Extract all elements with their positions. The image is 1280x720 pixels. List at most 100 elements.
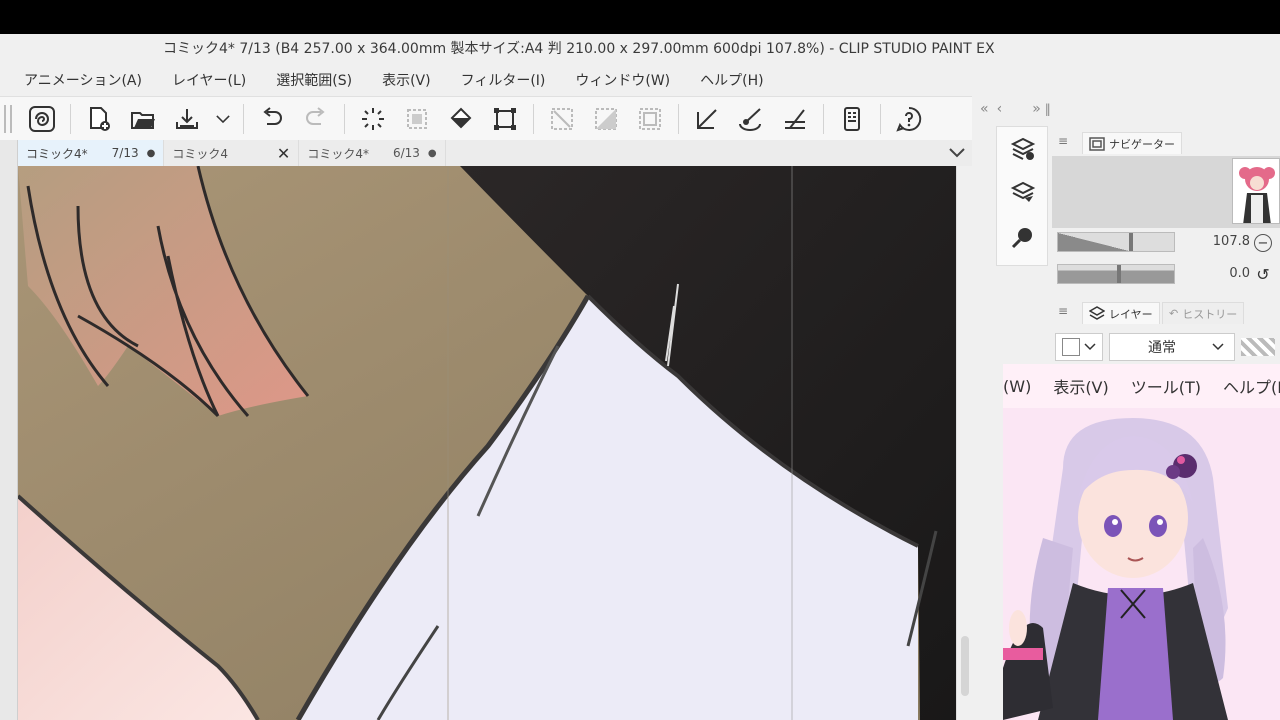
save-icon[interactable] — [169, 101, 205, 137]
window-title: コミック4* 7/13 (B4 257.00 x 364.00mm 製本サイズ:… — [163, 41, 995, 57]
collapse-left-icon[interactable]: « — [980, 101, 989, 117]
tab-navigator[interactable]: ナビゲーター — [1082, 132, 1182, 154]
chevron-down-icon — [1212, 343, 1224, 351]
dock-header: « ‹ » ‖ — [972, 96, 1280, 122]
tab-name: コミック4* — [26, 146, 88, 161]
layer-properties-icon[interactable] — [997, 127, 1049, 171]
undo-icon[interactable] — [254, 101, 290, 137]
toolbar-separator — [533, 103, 534, 134]
dropdown-chevron-icon[interactable] — [213, 101, 233, 137]
menu-animation[interactable]: アニメーション(A) — [24, 70, 142, 90]
top-black-bar — [0, 0, 1280, 34]
layer-blend-row: 通常 — [1052, 332, 1280, 362]
zoom-value: 107.8 — [1212, 234, 1250, 249]
loading-spinner-icon[interactable] — [355, 101, 391, 137]
dock-grip-icon[interactable]: ‖ — [1045, 102, 1051, 116]
rotate-slider[interactable] — [1057, 264, 1175, 284]
toolbar-grip[interactable] — [4, 104, 12, 133]
tab-name: コミック4* — [307, 146, 369, 161]
overlay-menu-tool[interactable]: ツール(T) — [1131, 374, 1201, 398]
zoom-slider[interactable] — [1057, 232, 1175, 252]
menu-help[interactable]: ヘルプ(H) — [700, 70, 763, 90]
layer-panel: ≡ レイヤー ↶ ヒストリー 通常 — [1052, 302, 1280, 362]
document-tab-active[interactable]: コミック4* 7/13 ● — [18, 140, 165, 166]
scale-rotate-icon[interactable] — [487, 101, 523, 137]
character-illustration — [1003, 408, 1280, 720]
toolbar-separator — [243, 103, 244, 134]
transform-select-icon[interactable] — [399, 101, 435, 137]
chevron-down-icon — [1084, 343, 1096, 351]
history-icon: ↶ — [1169, 307, 1179, 320]
clear-selection-icon[interactable] — [544, 101, 580, 137]
invert-selection-icon[interactable] — [588, 101, 624, 137]
scrollbar-thumb[interactable] — [961, 636, 969, 696]
tab-history[interactable]: ↶ ヒストリー — [1162, 302, 1245, 324]
tab-list-chevron-icon[interactable] — [942, 140, 972, 166]
history-tab-label: ヒストリー — [1182, 307, 1238, 321]
tool-palette-strip[interactable] — [0, 140, 18, 720]
overlay-menu-window[interactable]: (W) — [1003, 377, 1031, 396]
app-window: コミック4* 7/13 (B4 257.00 x 364.00mm 製本サイズ:… — [0, 0, 1280, 720]
menu-layer[interactable]: レイヤー(L) — [172, 70, 246, 90]
toolbar-separator — [823, 103, 824, 134]
document-tabs: コミック4* 7/13 ● コミック4 ✕ コミック4* 6/13 ● — [18, 140, 972, 166]
toolbar-separator — [70, 103, 71, 134]
menu-window[interactable]: ウィンドウ(W) — [575, 70, 670, 90]
command-bar — [0, 96, 972, 140]
navigator-tab-label: ナビゲーター — [1109, 137, 1175, 151]
prev-panel-icon[interactable]: ‹ — [997, 101, 1003, 117]
help-icon[interactable] — [891, 101, 927, 137]
sub-tool-icon[interactable] — [997, 215, 1049, 259]
zoom-slider-fill — [1058, 233, 1129, 251]
toolbar-separator — [880, 103, 881, 134]
layer-color-dropdown[interactable] — [1055, 333, 1103, 361]
unsaved-dot-icon: ● — [427, 147, 437, 159]
tab-page: 6/13 — [392, 146, 420, 160]
clip-studio-logo-icon[interactable] — [24, 101, 60, 137]
layer-search-icon[interactable] — [997, 171, 1049, 215]
perspective-snap-icon[interactable] — [777, 101, 813, 137]
expand-right-icon[interactable]: » — [1032, 101, 1041, 117]
redo-icon[interactable] — [298, 101, 334, 137]
menu-bar: アニメーション(A) レイヤー(L) 選択範囲(S) 表示(V) フィルター(I… — [0, 64, 1280, 96]
overlay-menu-bar: (W) 表示(V) ツール(T) ヘルプ(H) — [1003, 364, 1280, 408]
overlay-menu-help[interactable]: ヘルプ(H) — [1223, 374, 1280, 398]
document-tab[interactable]: コミック4* 6/13 ● — [299, 140, 446, 166]
brush-snap-icon[interactable] — [733, 101, 769, 137]
fill-bucket-icon[interactable] — [443, 101, 479, 137]
drawing-canvas[interactable] — [18, 166, 956, 720]
panel-icon-column — [996, 126, 1048, 266]
canvas-vertical-scrollbar[interactable] — [956, 166, 972, 720]
tab-page: 7/13 — [111, 146, 139, 160]
menu-filter[interactable]: フィルター(I) — [461, 70, 546, 90]
opacity-checker-icon[interactable] — [1241, 338, 1275, 356]
rotate-value: 0.0 — [1229, 266, 1250, 281]
new-file-icon[interactable] — [81, 101, 117, 137]
reset-rotation-icon[interactable]: ↺ — [1254, 266, 1272, 284]
navigator-preview[interactable] — [1052, 156, 1280, 228]
layer-color-swatch — [1062, 338, 1080, 356]
title-bar: コミック4* 7/13 (B4 257.00 x 364.00mm 製本サイズ:… — [0, 34, 1280, 64]
menu-view[interactable]: 表示(V) — [382, 70, 431, 90]
overlay-window: (W) 表示(V) ツール(T) ヘルプ(H) — [1003, 364, 1280, 720]
tab-layer[interactable]: レイヤー — [1082, 302, 1160, 324]
close-tab-icon[interactable]: ✕ — [277, 144, 290, 163]
device-icon[interactable] — [834, 101, 870, 137]
open-folder-icon[interactable] — [125, 101, 161, 137]
navigator-thumbnail — [1232, 158, 1280, 224]
panel-menu-icon[interactable]: ≡ — [1058, 134, 1068, 148]
blend-mode-select[interactable]: 通常 — [1109, 333, 1235, 361]
document-tab[interactable]: コミック4 ✕ — [164, 140, 300, 166]
artwork — [18, 166, 956, 720]
navigator-panel: ≡ ナビゲーター 107.8 − 0.0 ↺ — [1052, 132, 1280, 292]
menu-selection[interactable]: 選択範囲(S) — [276, 70, 352, 90]
panel-menu-icon[interactable]: ≡ — [1058, 304, 1068, 318]
show-selection-icon[interactable] — [632, 101, 668, 137]
unsaved-dot-icon: ● — [146, 147, 156, 159]
overlay-menu-view[interactable]: 表示(V) — [1053, 374, 1108, 398]
toolbar-separator — [678, 103, 679, 134]
zoom-slider-knob[interactable] — [1128, 233, 1133, 251]
zoom-out-icon[interactable]: − — [1254, 234, 1272, 252]
rotate-slider-knob[interactable] — [1117, 265, 1121, 283]
ruler-snap-icon[interactable] — [689, 101, 725, 137]
